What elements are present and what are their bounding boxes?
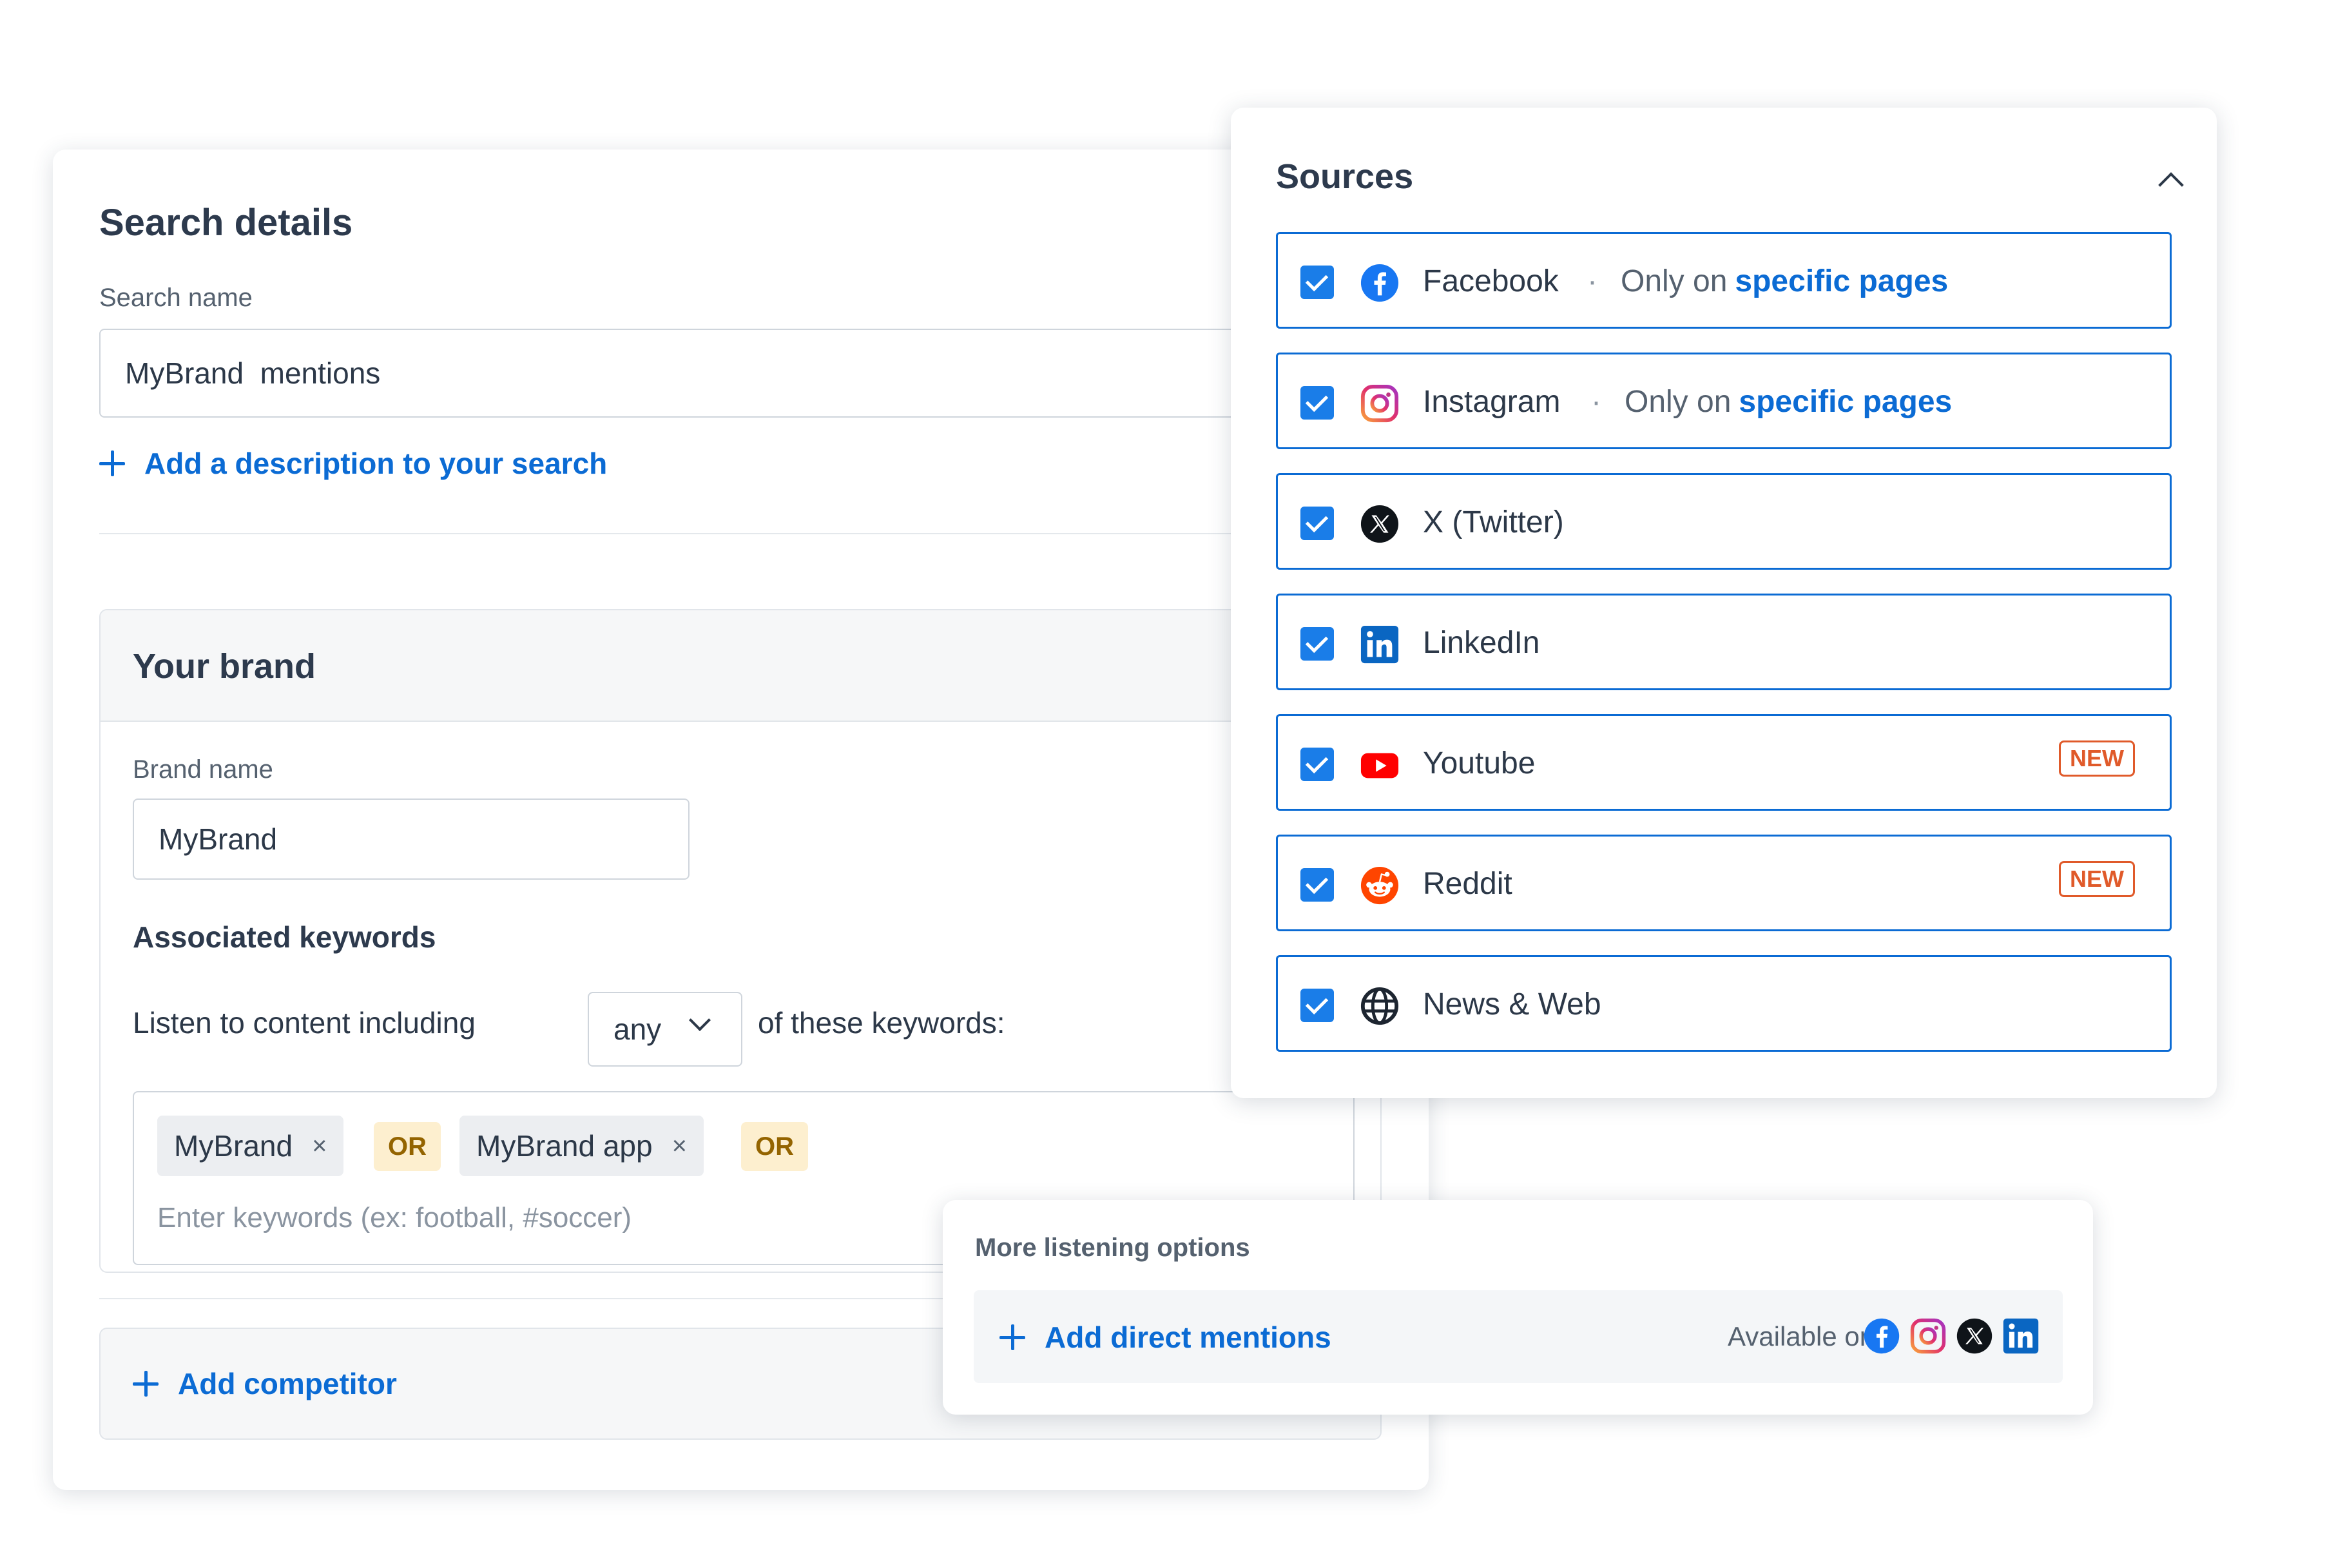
your-brand-title: Your brand [133,647,316,686]
remove-keyword-icon[interactable]: × [312,1132,327,1161]
source-name: LinkedIn [1423,626,1540,660]
x-twitter-icon [1956,1318,1993,1354]
plus-icon [99,450,125,476]
source-row-instagram[interactable]: Instagram · Only on specific pages [1276,353,2172,449]
globe-icon [1360,987,1399,1025]
source-row-x-twitter[interactable]: X (Twitter) [1276,473,2172,570]
search-name-input[interactable]: MyBrand mentions [99,329,1388,418]
separator-dot: · [1591,385,1601,419]
separator-dot: · [1587,264,1597,298]
add-description-link[interactable]: Add a description to your search [99,446,607,481]
source-checkbox[interactable] [1300,868,1334,902]
facebook-icon [1864,1318,1900,1354]
linkedin-icon [2003,1318,2039,1354]
or-operator-tag: OR [741,1122,808,1171]
reddit-icon [1360,866,1399,905]
instagram-icon [1910,1318,1946,1354]
source-row-news-web[interactable]: News & Web [1276,955,2172,1052]
add-direct-mentions-button[interactable]: Add direct mentions [999,1320,1331,1355]
keyword-chip-label: MyBrand app [476,1129,653,1163]
source-name: Youtube [1423,746,1536,780]
match-mode-select[interactable]: any [588,992,742,1067]
search-name-value: MyBrand mentions [125,356,381,390]
source-row-facebook[interactable]: Facebook · Only on specific pages [1276,232,2172,329]
your-brand-section: Your brand Brand name MyBrand Associated… [99,609,1382,1273]
remove-keyword-icon[interactable]: × [672,1132,687,1161]
associated-keywords-label: Associated keywords [133,920,436,954]
source-name: Instagram [1423,385,1561,419]
plus-icon [999,1324,1025,1350]
plus-icon [133,1371,159,1397]
source-name: Facebook [1423,264,1559,298]
qualifier-prefix: Only on [1624,385,1732,419]
brand-name-value: MyBrand [159,822,278,856]
listen-prefix-text: Listen to content including [133,1006,476,1040]
more-options-title: More listening options [975,1234,1250,1262]
facebook-icon [1360,264,1399,302]
source-name: X (Twitter) [1423,505,1564,539]
add-description-label: Add a description to your search [144,447,608,480]
source-qualifier: · Only on specific pages [1591,384,1952,420]
chevron-up-icon[interactable] [2158,172,2184,198]
source-checkbox[interactable] [1300,989,1334,1022]
instagram-icon [1360,384,1399,423]
source-checkbox[interactable] [1300,627,1334,661]
new-badge: NEW [2059,740,2135,777]
search-details-title: Search details [99,202,353,244]
source-row-linkedin[interactable]: LinkedIn [1276,594,2172,690]
add-direct-mentions-label: Add direct mentions [1045,1321,1331,1354]
source-checkbox[interactable] [1300,748,1334,781]
x-twitter-icon [1360,505,1399,543]
sources-title: Sources [1276,157,1414,196]
keyword-chip: MyBrand × [157,1116,344,1176]
source-qualifier: · Only on specific pages [1587,264,1948,299]
source-row-youtube[interactable]: Youtube NEW [1276,714,2172,811]
brand-name-label: Brand name [133,755,273,784]
source-name: News & Web [1423,987,1601,1021]
keyword-chip-label: MyBrand [174,1129,293,1163]
linkedin-icon [1360,625,1399,664]
keyword-chip: MyBrand app × [459,1116,704,1176]
youtube-icon [1360,753,1399,779]
search-name-label: Search name [99,284,253,312]
specific-pages-link[interactable]: specific pages [1735,264,1948,299]
new-badge: NEW [2059,861,2135,897]
source-checkbox[interactable] [1300,266,1334,299]
or-operator-tag: OR [374,1122,441,1171]
source-name: Reddit [1423,867,1512,901]
sources-panel: Sources Facebook · Only on specific page… [1231,108,2217,1098]
section-divider [99,533,1382,534]
add-competitor-button[interactable]: Add competitor [133,1366,397,1401]
more-listening-options-card: More listening options Add direct mentio… [943,1200,2093,1415]
qualifier-prefix: Only on [1620,264,1728,298]
chevron-down-icon [689,1009,711,1031]
listen-suffix-text: of these keywords: [758,1006,1005,1040]
match-mode-value: any [613,1012,662,1046]
source-row-reddit[interactable]: Reddit NEW [1276,835,2172,931]
add-competitor-label: Add competitor [178,1367,397,1400]
specific-pages-link[interactable]: specific pages [1739,384,1952,420]
source-checkbox[interactable] [1300,386,1334,420]
direct-mentions-row: Add direct mentions Available on [974,1290,2063,1383]
your-brand-header: Your brand [101,610,1380,722]
source-checkbox[interactable] [1300,507,1334,540]
brand-name-input[interactable]: MyBrand [133,799,690,880]
available-on-label: Available on [1728,1321,1875,1351]
keyword-placeholder[interactable]: Enter keywords (ex: football, #soccer) [157,1202,632,1234]
